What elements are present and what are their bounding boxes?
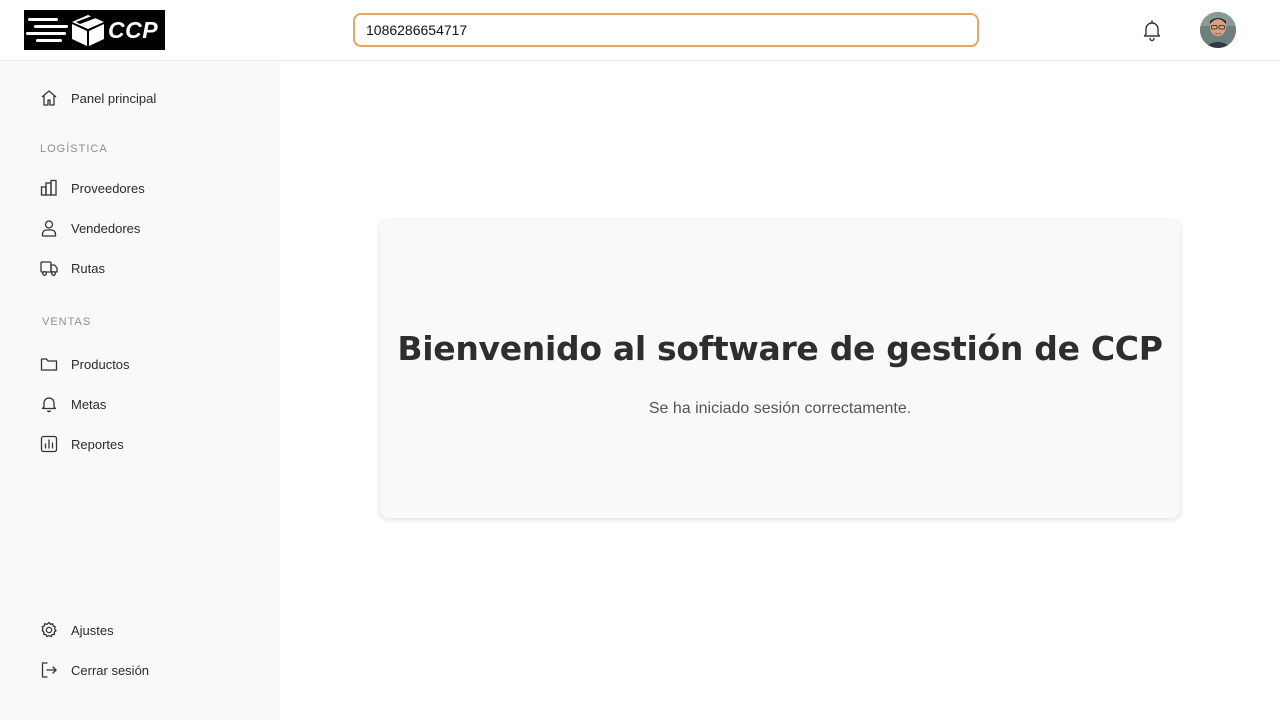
welcome-card: Bienvenido al software de gestión de CCP… xyxy=(380,219,1180,518)
building-icon xyxy=(40,179,58,197)
chart-icon xyxy=(40,435,58,453)
sidebar-item-rutas[interactable]: Rutas xyxy=(40,256,105,280)
truck-icon xyxy=(40,259,58,277)
sidebar-item-label: Proveedores xyxy=(71,180,145,196)
welcome-subtitle: Se ha iniciado sesión correctamente. xyxy=(648,400,912,417)
section-title-logistica: LOGÍSTICA xyxy=(40,143,108,155)
logo-text: CCP xyxy=(108,17,159,43)
sidebar-item-productos[interactable]: Productos xyxy=(40,352,130,376)
sidebar: Panel principal LOGÍSTICA Proveedores Ve… xyxy=(0,61,280,720)
bell-icon xyxy=(40,395,58,413)
sidebar-item-label: Rutas xyxy=(71,260,105,276)
sidebar-item-metas[interactable]: Metas xyxy=(40,392,106,416)
sidebar-item-panel-principal[interactable]: Panel principal xyxy=(40,86,156,110)
sidebar-item-vendedores[interactable]: Vendedores xyxy=(40,216,140,240)
section-title-ventas: VENTAS xyxy=(42,316,92,328)
sidebar-item-label: Cerrar sesión xyxy=(71,662,150,678)
sidebar-item-label: Productos xyxy=(71,356,130,372)
gear-icon xyxy=(40,621,58,639)
user-icon xyxy=(40,219,58,237)
sidebar-item-label: Metas xyxy=(71,396,107,412)
sidebar-item-label: Reportes xyxy=(71,436,124,452)
sidebar-item-reportes[interactable]: Reportes xyxy=(40,432,124,456)
sidebar-item-label: Vendedores xyxy=(71,220,141,236)
notifications-bell-icon[interactable] xyxy=(1140,18,1164,42)
sidebar-item-ajustes[interactable]: Ajustes xyxy=(40,618,114,642)
ccp-logo[interactable]: CCP xyxy=(24,10,165,50)
sidebar-item-cerrar-sesion[interactable]: Cerrar sesión xyxy=(40,658,149,682)
user-avatar[interactable] xyxy=(1200,12,1236,48)
top-bar: CCP xyxy=(0,0,1280,61)
sidebar-item-label: Ajustes xyxy=(71,622,114,638)
home-icon xyxy=(40,89,58,107)
logout-icon xyxy=(40,661,58,679)
sidebar-item-proveedores[interactable]: Proveedores xyxy=(40,176,145,200)
welcome-title: Bienvenido al software de gestión de CCP xyxy=(397,329,1163,368)
sidebar-item-label: Panel principal xyxy=(71,90,157,106)
folder-icon xyxy=(40,355,58,373)
search-input[interactable] xyxy=(353,13,979,47)
